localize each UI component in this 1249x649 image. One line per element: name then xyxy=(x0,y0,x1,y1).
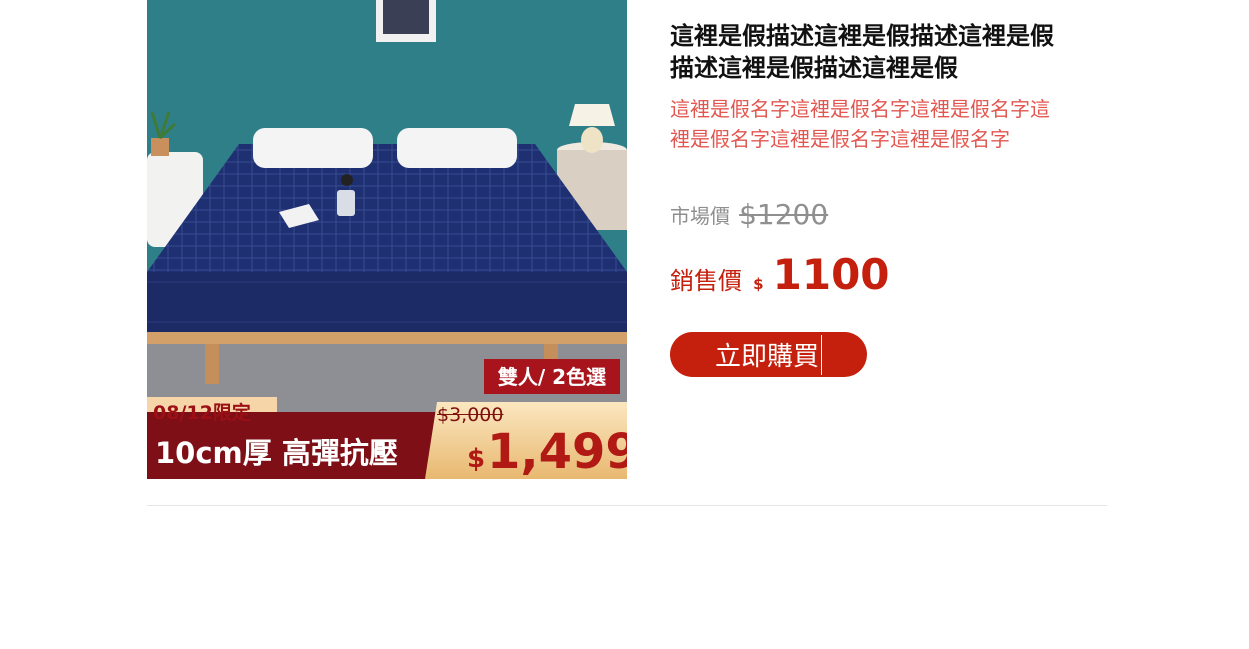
sale-currency: $ xyxy=(753,275,764,293)
sale-price-label: 銷售價 xyxy=(670,267,742,295)
product-title: 這裡是假描述這裡是假描述這裡是假描述這裡是假描述這裡是假 xyxy=(670,22,1054,82)
image-headline: 10cm厚 高彈抗壓 xyxy=(155,436,398,470)
buy-now-button[interactable]: 立即購買 xyxy=(670,332,867,377)
variant-badge: 雙人/ 2色選 xyxy=(497,365,607,389)
divider xyxy=(147,505,1107,506)
text-cursor xyxy=(821,334,822,375)
sale-price-row: 銷售價 $ 1100 xyxy=(670,250,890,299)
market-price-row: 市場價 $1200 xyxy=(670,198,828,231)
product-image[interactable]: 雙人/ 2色選 08/12限定 10cm厚 高彈抗壓 $3,000 $ 1,49… xyxy=(147,0,627,479)
date-badge: 08/12限定 xyxy=(153,402,251,424)
buy-now-label: 立即購買 xyxy=(714,342,819,372)
market-price-value: $1200 xyxy=(739,198,829,231)
image-promo-price: 1,499 xyxy=(487,424,627,479)
market-price-label: 市場價 xyxy=(670,204,730,228)
sale-price-value: 1100 xyxy=(772,250,890,299)
image-currency: $ xyxy=(467,444,486,474)
product-name: 這裡是假名字這裡是假名字這裡是假名字這裡是假名字這裡是假名字這裡是假名字 xyxy=(670,97,1050,151)
product-card: 雙人/ 2色選 08/12限定 10cm厚 高彈抗壓 $3,000 $ 1,49… xyxy=(147,0,1107,479)
